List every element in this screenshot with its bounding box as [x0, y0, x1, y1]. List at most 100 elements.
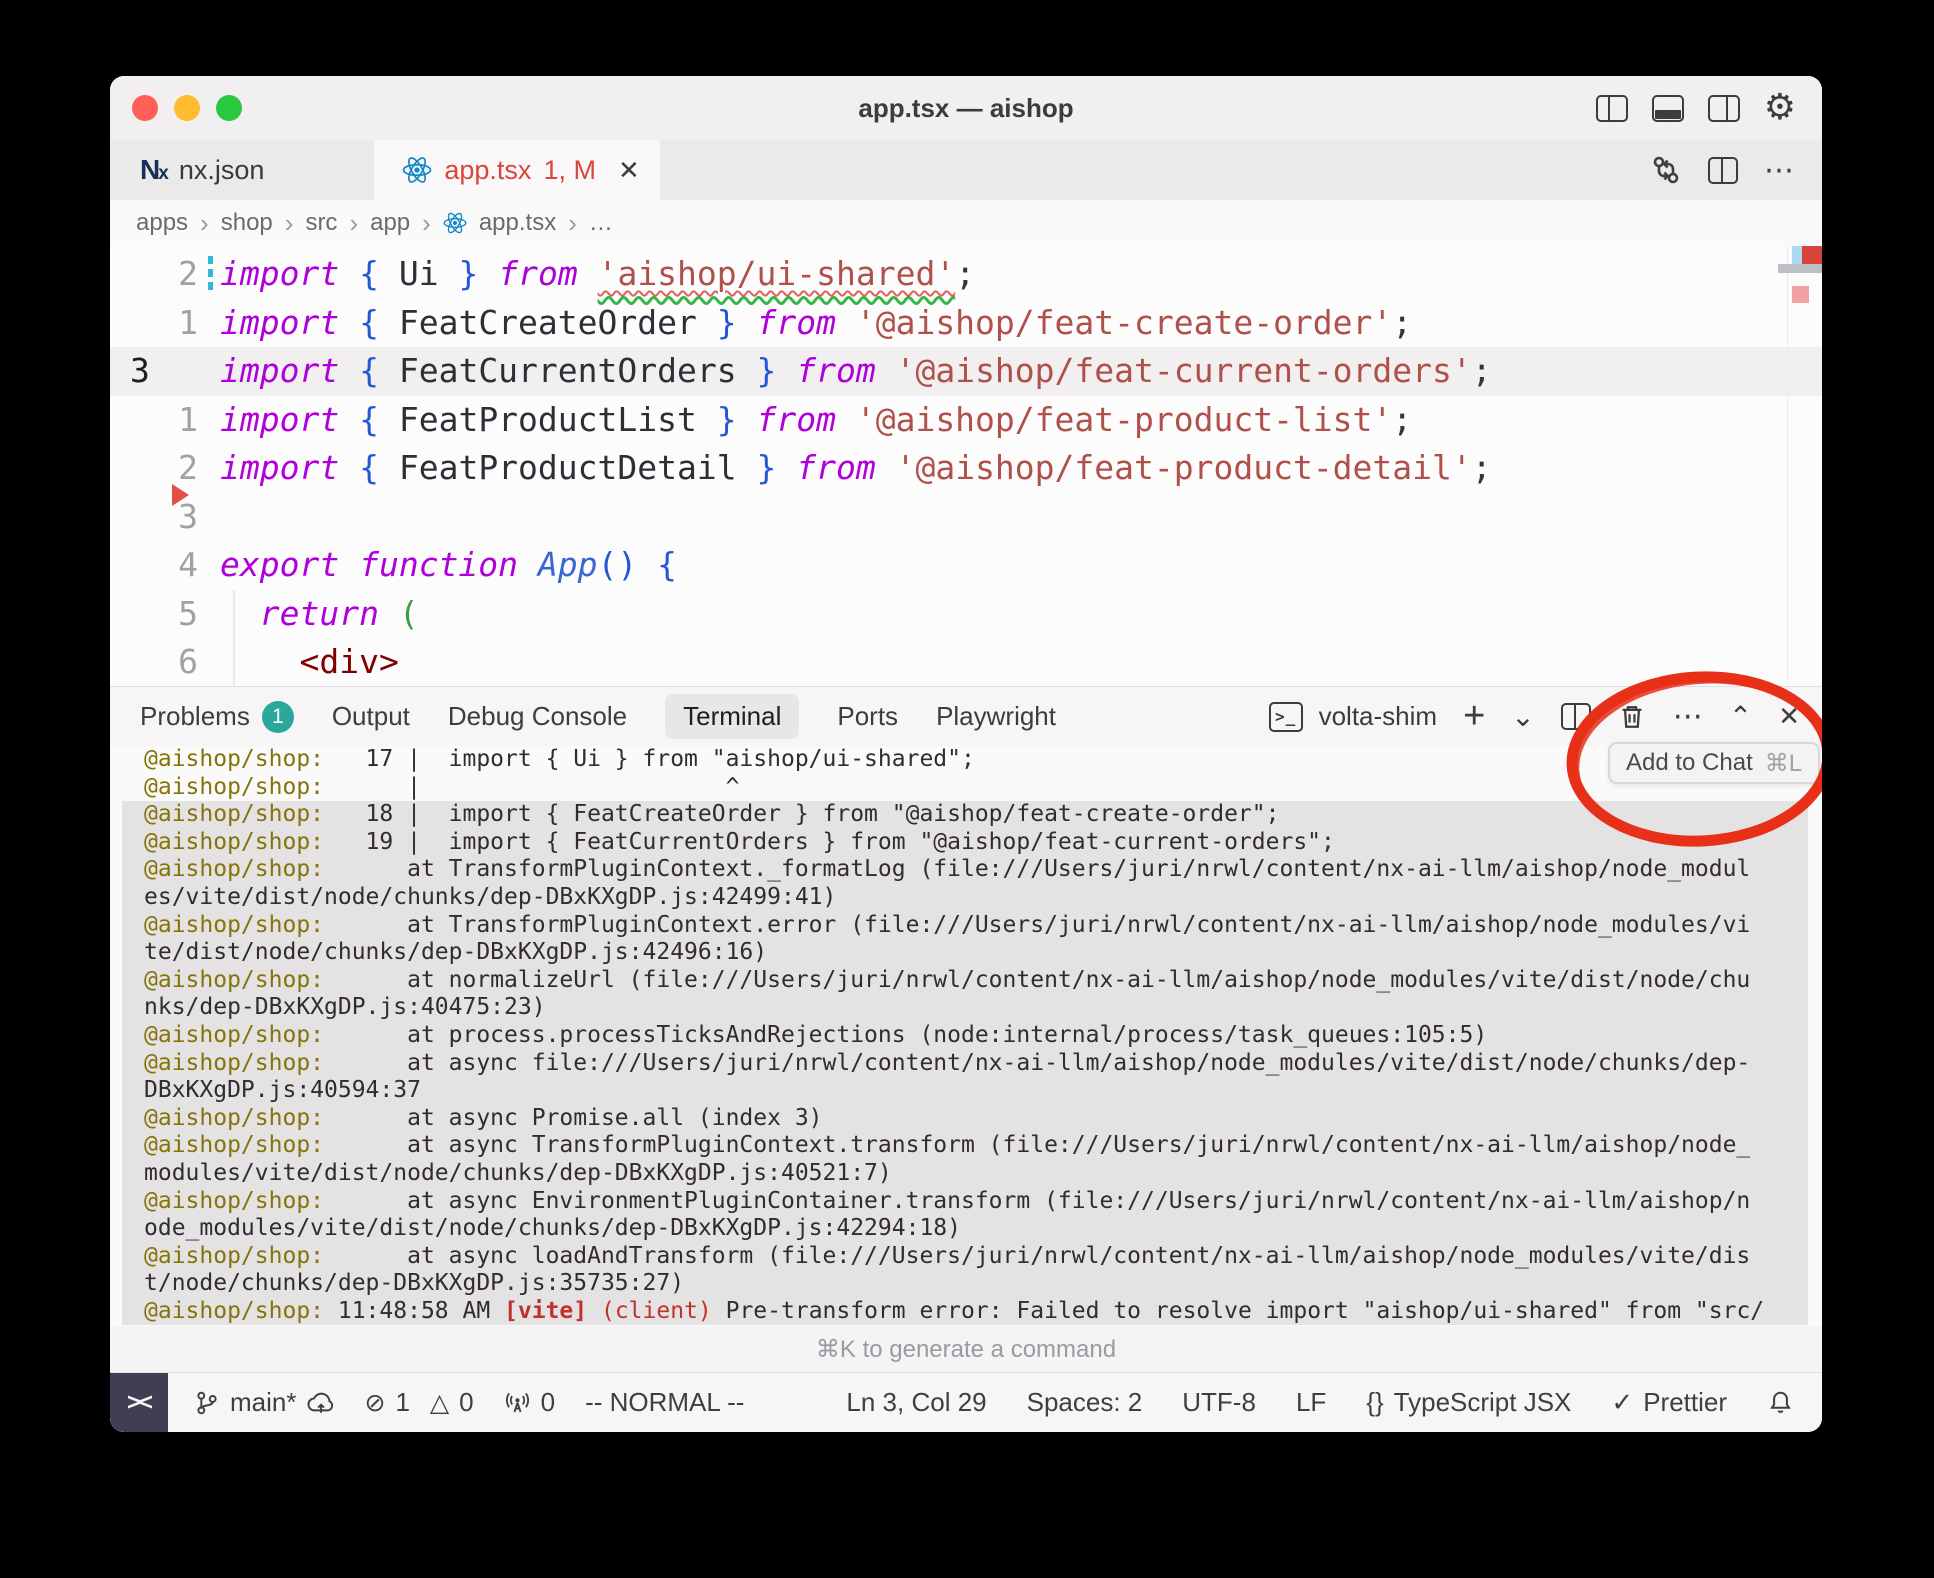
tab-nx-json[interactable]: Nx nx.json: [110, 140, 324, 200]
branch-name: main*: [230, 1387, 296, 1418]
terminal-instance[interactable]: >_ volta-shim: [1269, 701, 1437, 732]
breadcrumb-separator: ›: [422, 208, 431, 239]
status-bar: >< main* ⊘ 1: [110, 1372, 1822, 1432]
cloud-upload-icon: [306, 1389, 334, 1417]
error-count: 1: [395, 1387, 409, 1418]
error-squiggle-text: 'aishop/ui-shared': [598, 254, 956, 293]
panel-header: Problems1 Output Debug Console Terminal Port…: [110, 686, 1822, 746]
terminal-task-prefix: @aishop/shop:: [144, 774, 324, 800]
tab-label: nx.json: [179, 155, 265, 186]
encoding-setting[interactable]: UTF-8: [1182, 1387, 1256, 1418]
breadcrumb-item[interactable]: apps: [136, 209, 188, 237]
gutter-flag-icon: [172, 484, 189, 506]
terminal-dropdown-icon[interactable]: ⌄: [1511, 700, 1534, 733]
terminal-line: @aishop/shop: at async Promise.all (inde…: [122, 1105, 1808, 1133]
cursor-position[interactable]: Ln 3, Col 29: [846, 1387, 986, 1418]
terminal-line: te/dist/node/chunks/dep-DBxKXgDP.js:4249…: [122, 939, 1808, 967]
vscode-window: app.tsx — aishop ⚙ Nx nx.json app.tsx 1,: [110, 76, 1822, 1432]
line-number: 1: [110, 396, 198, 445]
line-number: 4: [110, 541, 198, 590]
kill-terminal-icon[interactable]: [1617, 702, 1647, 732]
close-tab-icon[interactable]: ✕: [618, 155, 640, 186]
panel-tab-problems[interactable]: Problems1: [140, 701, 294, 733]
git-branch-status[interactable]: main*: [194, 1387, 334, 1418]
split-editor-icon[interactable]: [1708, 157, 1738, 184]
terminal-line: @aishop/shop: 19 | import { FeatCurrentO…: [122, 829, 1808, 857]
breadcrumb-item[interactable]: src: [305, 209, 337, 237]
breadcrumb-item[interactable]: …: [589, 209, 613, 237]
panel-tab-output[interactable]: Output: [332, 701, 410, 732]
terminal-task-prefix: @aishop/shop:: [144, 1050, 324, 1076]
terminal-line: @aishop/shop: at process.processTicksAnd…: [122, 1022, 1808, 1050]
new-terminal-icon[interactable]: +: [1463, 695, 1485, 738]
terminal-line: @aishop/shop: at normalizeUrl (file:///U…: [122, 967, 1808, 995]
forwarded-ports-count: 0: [541, 1387, 555, 1418]
toggle-secondary-sidebar-icon[interactable]: [1708, 95, 1740, 122]
add-to-chat-label: Add to Chat: [1626, 749, 1753, 777]
terminal-line: @aishop/shop: 11:48:58 AM [vite] (client…: [122, 1298, 1808, 1326]
terminal-task-prefix: @aishop/shop:: [144, 1022, 324, 1048]
remote-indicator[interactable]: ><: [110, 1373, 168, 1432]
terminal-line: @aishop/shop: | ^: [122, 774, 1808, 802]
code-line: 3import { FeatCurrentOrders } from '@ais…: [110, 347, 1822, 396]
git-compare-icon[interactable]: [1650, 154, 1682, 186]
terminal-line: ode_modules/vite/dist/node/chunks/dep-DB…: [122, 1215, 1808, 1243]
terminal-line: @aishop/shop: at async EnvironmentPlugin…: [122, 1188, 1808, 1216]
code-line: 1import { FeatProductList } from '@aisho…: [110, 396, 1822, 445]
breadcrumb-item[interactable]: app.tsx: [479, 209, 556, 237]
code-editor[interactable]: 2import { Ui } from 'aishop/ui-shared';1…: [110, 246, 1822, 686]
close-panel-icon[interactable]: ✕: [1778, 702, 1800, 732]
terminal-output[interactable]: @aishop/shop: 17 | import { Ui } from "a…: [110, 746, 1822, 1326]
bell-icon[interactable]: [1767, 1389, 1794, 1416]
panel-tab-label: Playwright: [936, 701, 1056, 732]
scrollbar-thumb[interactable]: [1778, 264, 1822, 273]
maximize-panel-icon[interactable]: ⌃: [1729, 700, 1752, 733]
language-mode[interactable]: {} TypeScript JSX: [1366, 1387, 1571, 1418]
gear-icon[interactable]: ⚙: [1764, 90, 1796, 126]
breadcrumb-item[interactable]: app: [370, 209, 410, 237]
panel-tab-label: Output: [332, 701, 410, 732]
breadcrumb-item[interactable]: shop: [221, 209, 273, 237]
panel-tabs: Problems1 Output Debug Console Terminal Port…: [140, 694, 1056, 739]
nx-logo-icon: Nx: [140, 154, 167, 186]
code-text: <div>: [220, 638, 399, 686]
problems-status[interactable]: ⊘ 1 △ 0: [364, 1387, 473, 1418]
warnings-icon: △: [430, 1388, 449, 1417]
panel-tab-debug-console[interactable]: Debug Console: [448, 701, 627, 732]
indent-setting[interactable]: Spaces: 2: [1027, 1387, 1143, 1418]
breadcrumb-separator: ›: [568, 208, 577, 239]
more-actions-icon[interactable]: ⋯: [1764, 153, 1794, 188]
terminal-line: @aishop/shop: at TransformPluginContext.…: [122, 912, 1808, 940]
toggle-primary-sidebar-icon[interactable]: [1596, 95, 1628, 122]
split-terminal-icon[interactable]: [1561, 703, 1591, 730]
panel-tab-playwright[interactable]: Playwright: [936, 701, 1056, 732]
code-text: import { Ui } from 'aishop/ui-shared';: [220, 250, 975, 299]
terminal-line: t/node/chunks/dep-DBxKXgDP.js:35735:27): [122, 1270, 1808, 1298]
add-to-chat-button[interactable]: Add to Chat ⌘L: [1608, 742, 1820, 784]
terminal-task-prefix: @aishop/shop:: [144, 912, 324, 938]
breadcrumb: apps › shop › src › app › app.tsx › …: [110, 200, 1822, 246]
react-icon: [443, 211, 467, 235]
terminal-task-prefix: @aishop/shop:: [144, 1132, 324, 1158]
problems-count-badge: 1: [262, 701, 294, 733]
terminal-task-prefix: @aishop/shop:: [144, 801, 324, 827]
toggle-panel-icon[interactable]: [1652, 95, 1684, 122]
terminal-task-prefix: @aishop/shop:: [144, 829, 324, 855]
panel-tab-ports[interactable]: Ports: [837, 701, 898, 732]
code-line: 4 export function App() {: [110, 541, 1822, 590]
terminal-line: es/vite/dist/node/chunks/dep-DBxKXgDP.js…: [122, 884, 1808, 912]
ports-status[interactable]: 0: [504, 1387, 555, 1418]
git-branch-icon: [194, 1390, 220, 1416]
terminal-line: @aishop/shop: at async file:///Users/jur…: [122, 1050, 1808, 1078]
tab-app-tsx[interactable]: app.tsx 1, M ✕: [374, 140, 659, 200]
panel-tab-label: Debug Console: [448, 701, 627, 732]
code-text: export function App() {: [220, 541, 677, 590]
window-title: app.tsx — aishop: [110, 76, 1822, 140]
panel-more-actions-icon[interactable]: ⋯: [1673, 699, 1703, 734]
eol-setting[interactable]: LF: [1296, 1387, 1326, 1418]
formatter-status[interactable]: ✓ Prettier: [1611, 1387, 1727, 1418]
breadcrumb-separator: ›: [200, 208, 209, 239]
panel-tab-terminal[interactable]: Terminal: [665, 694, 799, 739]
terminal-line: modules/vite/dist/node/chunks/dep-DBxKXg…: [122, 1160, 1808, 1188]
vim-mode-indicator[interactable]: -- NORMAL --: [585, 1387, 744, 1418]
